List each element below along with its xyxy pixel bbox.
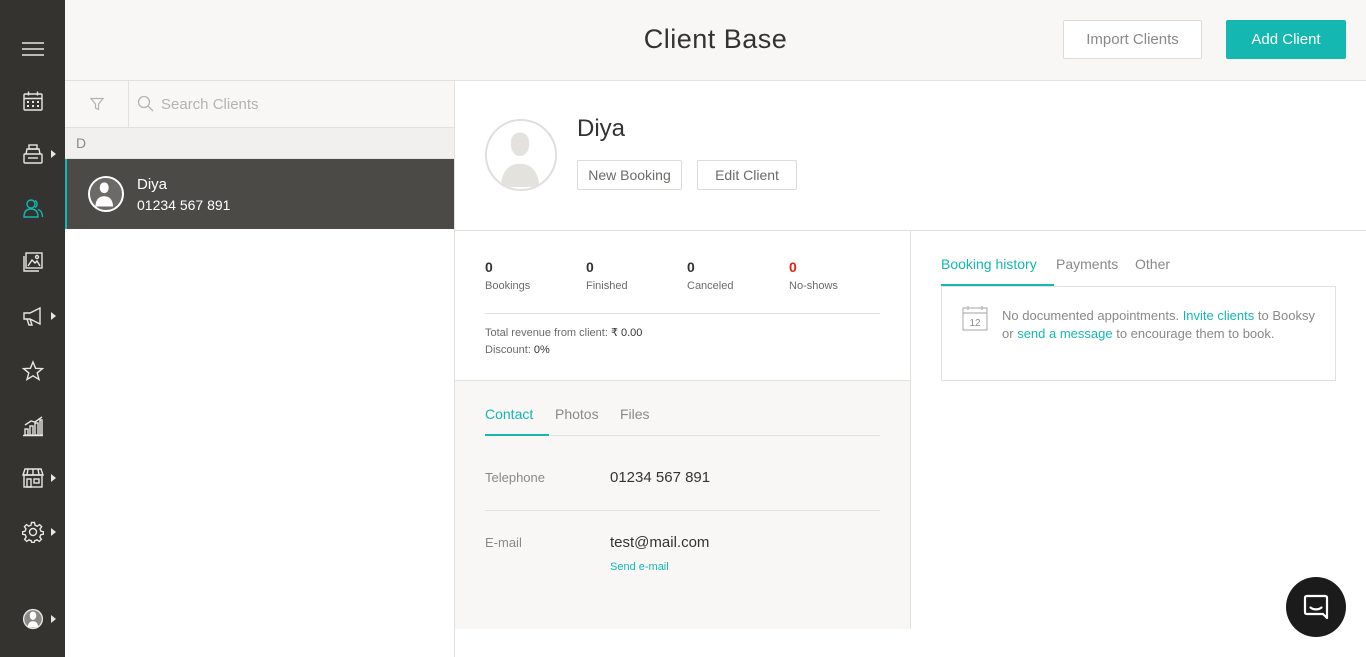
caret-right-icon — [51, 312, 56, 320]
clients-icon — [22, 199, 43, 218]
stat-value: 0 — [586, 259, 594, 275]
person-silhouette-icon — [487, 121, 554, 188]
gallery-icon — [22, 252, 43, 272]
import-clients-button[interactable]: Import Clients — [1063, 20, 1202, 59]
calendar-icon — [22, 91, 43, 111]
invite-clients-link[interactable]: Invite clients — [1183, 308, 1255, 323]
tab-booking-history[interactable]: Booking history — [941, 256, 1037, 272]
send-message-link[interactable]: send a message — [1017, 326, 1112, 341]
chat-launcher-button[interactable] — [1286, 577, 1346, 637]
empty-history-card: 12 No documented appointments. Invite cl… — [941, 286, 1336, 381]
nav-calendar[interactable] — [0, 81, 65, 121]
menu-icon — [21, 42, 44, 56]
stat-value: 0 — [687, 259, 695, 275]
nav-business[interactable] — [0, 458, 65, 498]
tab-payments[interactable]: Payments — [1056, 256, 1118, 272]
search-icon — [137, 95, 154, 112]
client-name: Diya — [137, 176, 168, 193]
stat-no-shows: 0 No-shows — [789, 259, 838, 292]
add-client-button[interactable]: Add Client — [1226, 20, 1346, 59]
stat-label: Canceled — [687, 280, 734, 292]
nav-gallery[interactable] — [0, 242, 65, 282]
nav-profile[interactable] — [0, 599, 65, 639]
discount-line: Discount: 0% — [485, 344, 550, 356]
tab-photos[interactable]: Photos — [555, 406, 599, 422]
email-label: E-mail — [485, 535, 522, 550]
nav-statistics[interactable] — [0, 406, 65, 446]
star-icon — [21, 360, 44, 382]
history-section: Booking history Payments Other 12 No doc… — [911, 231, 1366, 629]
email-value: test@mail.com — [610, 534, 710, 551]
stat-value: 0 — [789, 259, 797, 275]
send-email-link[interactable]: Send e-mail — [610, 561, 669, 573]
nav-settings[interactable] — [0, 512, 65, 552]
megaphone-icon — [22, 306, 41, 326]
divider — [485, 510, 880, 511]
empty-text: No documented appointments. — [1002, 308, 1180, 323]
discount-value: 0% — [533, 344, 550, 356]
person-silhouette-icon — [90, 178, 119, 207]
stat-label: Bookings — [485, 280, 531, 292]
client-phone: 01234 567 891 — [137, 197, 231, 213]
client-name-heading: Diya — [577, 115, 626, 142]
client-list-panel: D Diya 01234 567 891 — [65, 81, 455, 657]
group-letter: D — [65, 128, 454, 159]
stat-label: Finished — [586, 280, 628, 292]
store-icon — [21, 468, 44, 488]
stats-icon — [22, 416, 43, 437]
stat-canceled: 0 Canceled — [687, 259, 733, 292]
empty-text: to encourage them to book. — [1116, 326, 1275, 341]
telephone-value: 01234 567 891 — [610, 469, 711, 486]
avatar — [88, 176, 124, 212]
caret-right-icon — [51, 528, 56, 536]
stat-finished: 0 Finished — [586, 259, 628, 292]
empty-history-text: No documented appointments. Invite clien… — [1002, 307, 1322, 343]
search-bar — [65, 81, 454, 128]
avatar — [485, 119, 557, 191]
stat-bookings: 0 Bookings — [485, 259, 530, 292]
client-stats: 0 Bookings 0 Finished 0 Canceled 0 No-sh… — [455, 231, 911, 381]
revenue-value: ₹ 0.00 — [610, 327, 643, 339]
nav-reviews[interactable] — [0, 351, 65, 391]
filter-icon — [89, 97, 104, 111]
tab-other[interactable]: Other — [1135, 256, 1170, 272]
calendar-day: 12 — [969, 318, 981, 329]
cash-register-icon — [22, 144, 43, 164]
search-input[interactable] — [161, 89, 441, 119]
settings-icon — [21, 521, 44, 543]
discount-label: Discount: — [485, 344, 531, 356]
nav-checkout[interactable] — [0, 134, 65, 174]
nav-marketing[interactable] — [0, 296, 65, 336]
header: Client Base Import Clients Add Client — [65, 0, 1366, 81]
revenue-line: Total revenue from client: ₹ 0.00 — [485, 326, 642, 339]
profile-icon — [22, 608, 43, 630]
tab-contact[interactable]: Contact — [485, 406, 533, 422]
filter-button[interactable] — [65, 81, 129, 127]
new-booking-button[interactable]: New Booking — [577, 160, 682, 190]
caret-right-icon — [51, 474, 56, 482]
menu-button[interactable] — [0, 29, 65, 69]
edit-client-button[interactable]: Edit Client — [697, 160, 797, 190]
profile-header: Diya New Booking Edit Client — [455, 81, 1366, 231]
calendar-icon: 12 — [962, 306, 988, 331]
stat-value: 0 — [485, 259, 493, 275]
chat-icon — [1303, 594, 1329, 620]
divider — [485, 313, 880, 314]
nav-clients[interactable] — [0, 188, 65, 228]
list-item-client[interactable]: Diya 01234 567 891 — [65, 159, 454, 229]
caret-right-icon — [51, 150, 56, 158]
client-detail-panel: Diya New Booking Edit Client 0 Bookings … — [455, 81, 1366, 657]
tab-files[interactable]: Files — [620, 406, 650, 422]
contact-section: Contact Photos Files Telephone 01234 567… — [455, 381, 911, 629]
active-tab-indicator — [485, 434, 549, 436]
revenue-label: Total revenue from client: — [485, 327, 608, 339]
sidebar — [0, 0, 65, 657]
stat-label: No-shows — [789, 280, 838, 292]
telephone-label: Telephone — [485, 470, 545, 485]
caret-right-icon — [51, 615, 56, 623]
